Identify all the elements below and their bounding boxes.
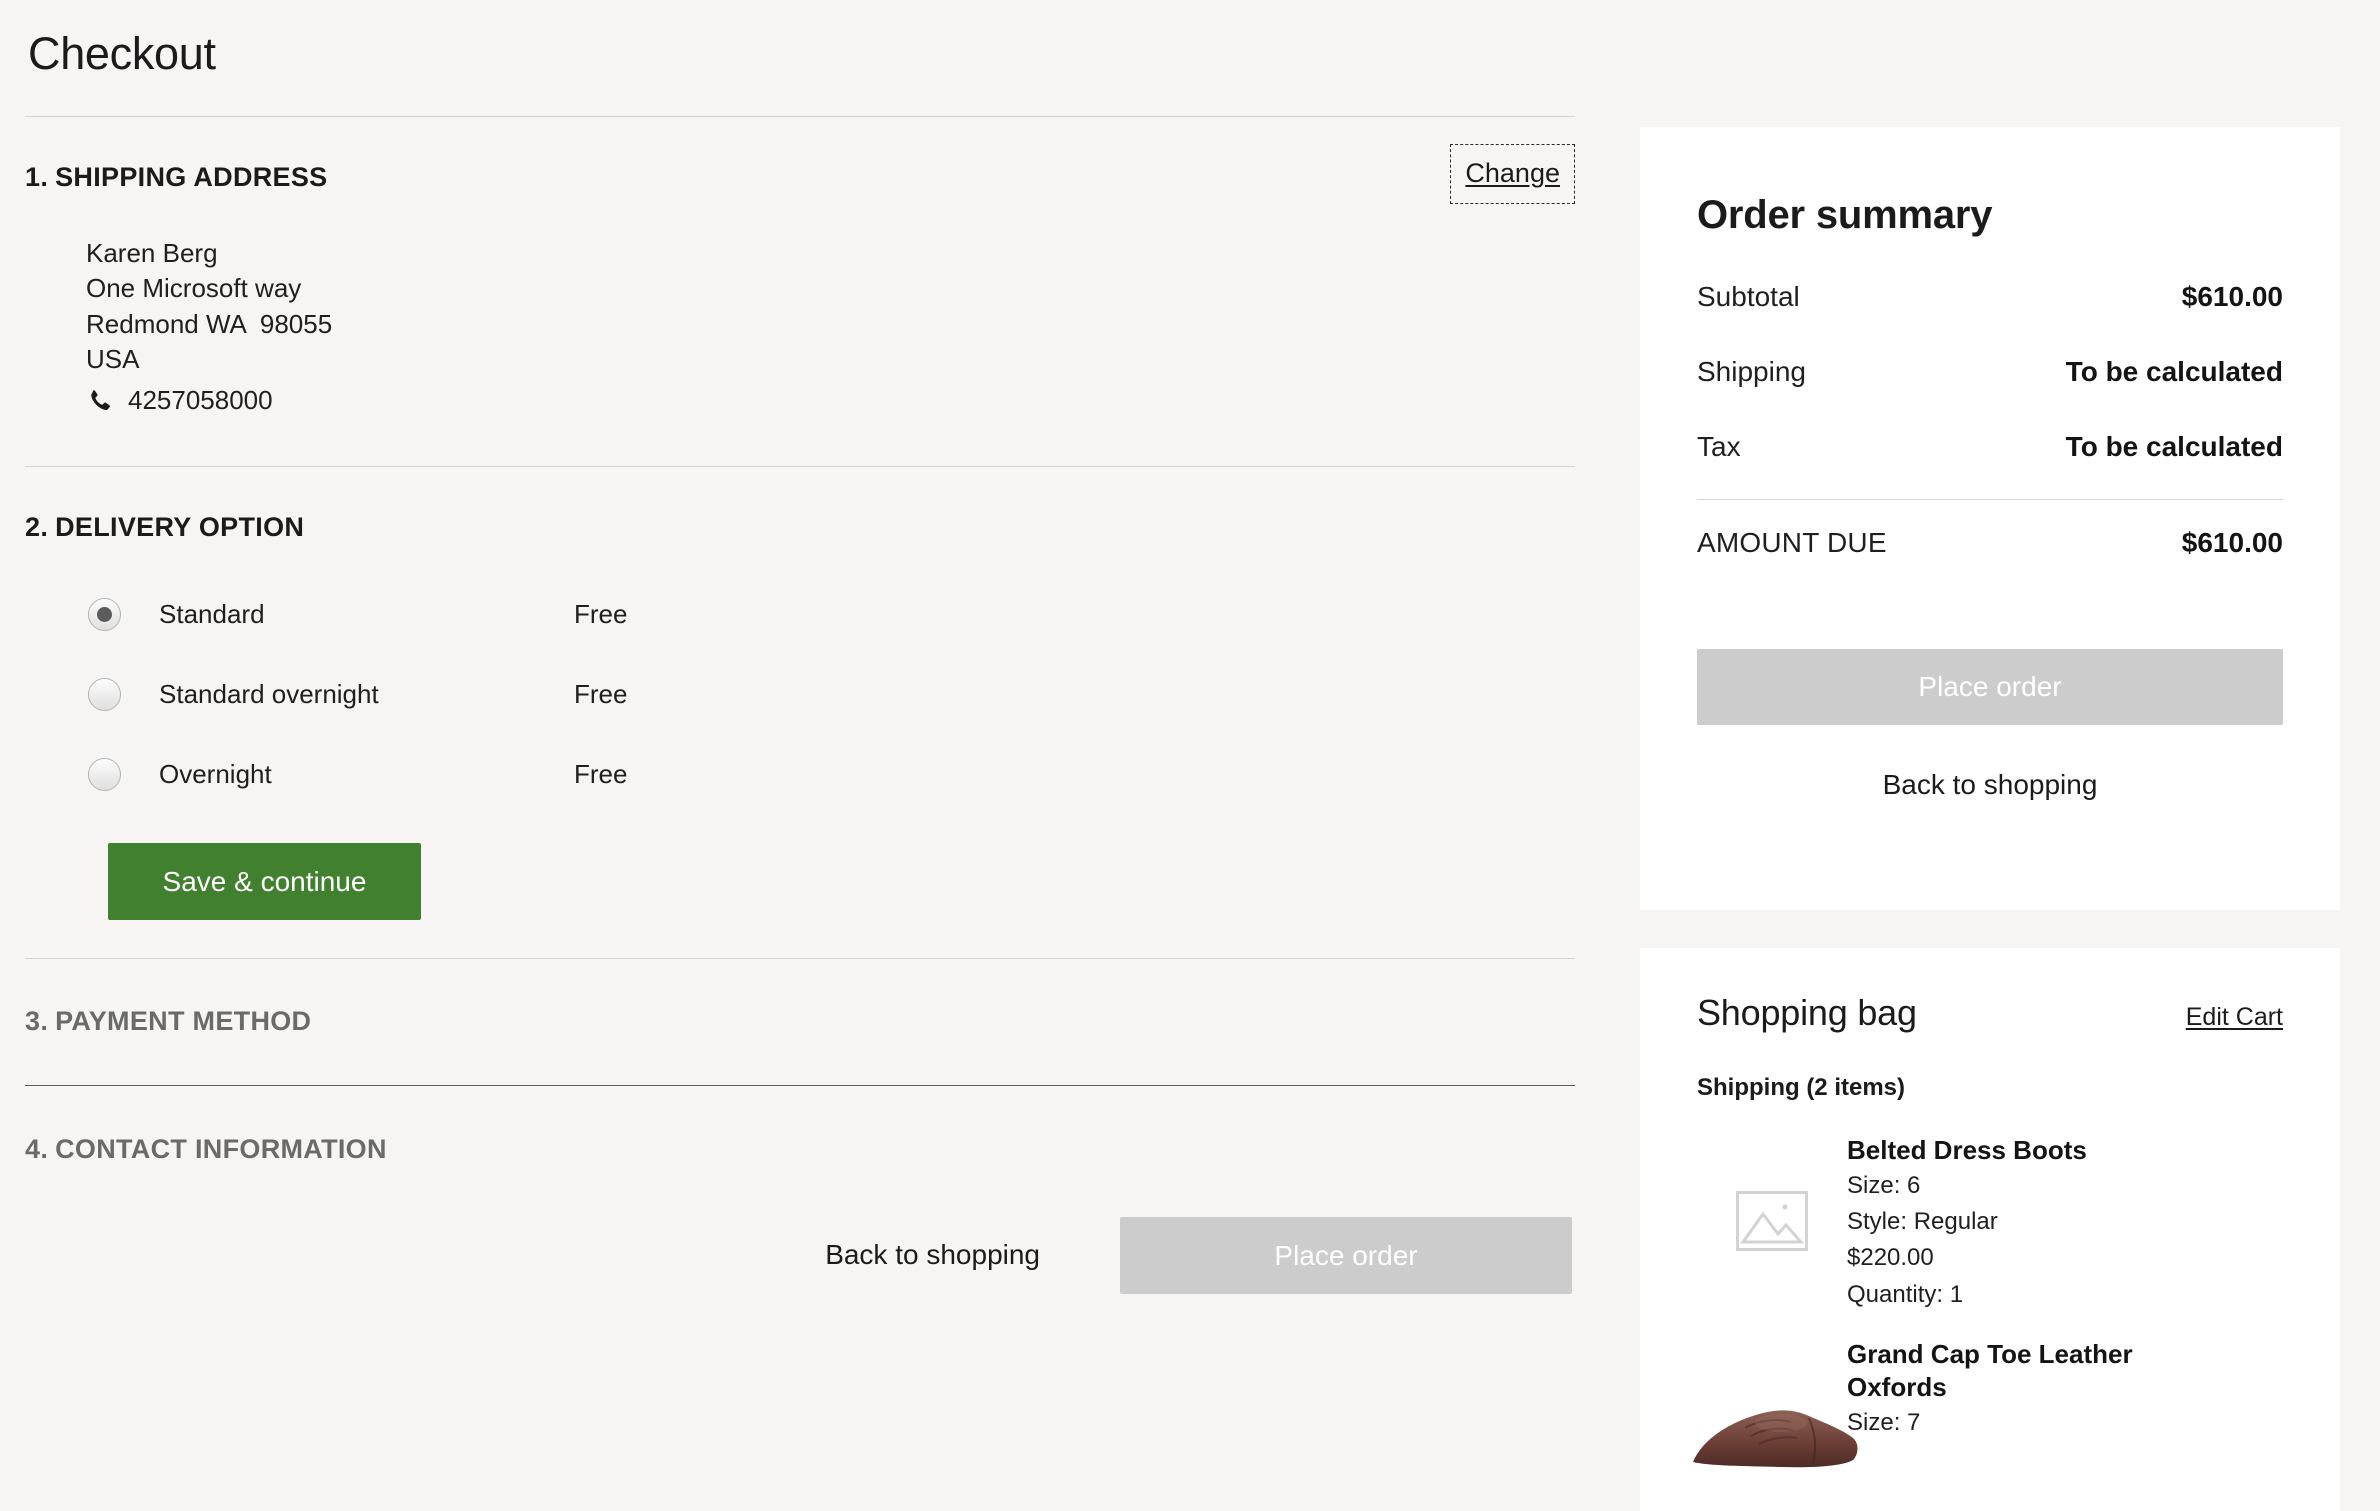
delivery-option-label: Overnight (159, 759, 272, 790)
delivery-option-price: Free (574, 679, 628, 710)
shopping-bag-title: Shopping bag (1697, 992, 1917, 1033)
bag-item-price: $220.00 (1847, 1244, 1934, 1272)
delivery-option-label: Standard (159, 599, 265, 630)
summary-divider (1697, 499, 2283, 500)
payment-heading: 3. PAYMENT METHOD (25, 1006, 1575, 1037)
summary-value: To be calculated (2065, 431, 2283, 462)
shipping-group-label: Shipping (2 items) (1697, 1074, 1906, 1101)
address-phone-row: 4257058000 (86, 383, 1575, 418)
bag-item-name: Belted Dress Boots (1847, 1135, 2087, 1165)
checkout-page: Checkout 1. SHIPPING ADDRESS Change Karen… (0, 0, 2380, 1511)
section-contact-information[interactable]: 4. CONTACT INFORMATION (25, 1086, 1575, 1165)
image-placeholder-icon (1736, 1190, 1808, 1251)
oxford-shoe-photo (1693, 1409, 1858, 1467)
bag-item-name: Grand Cap Toe Leather Oxfords (1847, 1338, 2133, 1402)
sidebar-back-to-shopping-link[interactable]: Back to shopping (1697, 769, 2283, 801)
delivery-option-label: Standard overnight (159, 679, 379, 710)
bag-item-size: Size: 7 (1847, 1409, 1921, 1437)
order-summary-title: Order summary (1697, 193, 1993, 237)
address-country: USA (86, 344, 140, 375)
bag-item-thumbnail (1693, 1334, 1858, 1467)
shipping-heading: 1. SHIPPING ADDRESS (25, 162, 1575, 193)
bag-item-details: Belted Dress Boots Size: 6 Style: Regula… (1847, 1130, 2087, 1312)
summary-label: Tax (1697, 431, 1741, 462)
delivery-option-price: Free (574, 759, 628, 790)
sidebar-place-order-button[interactable]: Place order (1697, 649, 2283, 725)
summary-row-shipping: Shipping To be calculated (1697, 356, 2283, 388)
section-shipping-address: 1. SHIPPING ADDRESS Change Karen Berg One… (25, 117, 1575, 467)
contact-heading-text: CONTACT INFORMATION (55, 1133, 387, 1164)
payment-heading-text: PAYMENT METHOD (55, 1005, 312, 1036)
bag-line-item[interactable]: Belted Dress Boots Size: 6 Style: Regula… (1697, 1130, 2283, 1312)
back-to-shopping-link[interactable]: Back to shopping (825, 1239, 1040, 1271)
shopping-bag-header: Shopping bag Edit Cart (1697, 948, 2283, 1034)
radio-standard[interactable] (88, 598, 121, 632)
summary-label: Shipping (1697, 356, 1806, 387)
radio-overnight[interactable] (88, 758, 121, 792)
delivery-option-row[interactable]: Overnight Free (25, 735, 1575, 815)
place-order-button[interactable]: Place order (1120, 1216, 1572, 1294)
bag-item-quantity: Quantity: 1 (1847, 1280, 1964, 1308)
shopping-bag-card: Shopping bag Edit Cart Shipping (2 items… (1640, 948, 2340, 1511)
amount-due-label: AMOUNT DUE (1697, 527, 1887, 558)
order-summary-card: Order summary Subtotal $610.00 Shipping … (1640, 127, 2340, 910)
checkout-sidebar: Order summary Subtotal $610.00 Shipping … (1640, 0, 2380, 1511)
address-city-state-zip: Redmond WA 98055 (86, 308, 333, 339)
amount-due-value: $610.00 (2181, 527, 2283, 558)
delivery-heading-number: 2. (25, 511, 49, 542)
delivery-option-row[interactable]: Standard overnight Free (25, 655, 1575, 735)
summary-row-subtotal: Subtotal $610.00 (1697, 281, 2283, 313)
bag-item-style: Style: Regular (1847, 1208, 1998, 1236)
shipping-heading-text: SHIPPING ADDRESS (55, 162, 328, 192)
contact-heading: 4. CONTACT INFORMATION (25, 1134, 1575, 1165)
summary-row-amount-due: AMOUNT DUE $610.00 (1697, 527, 2283, 559)
delivery-option-row[interactable]: Standard Free (25, 575, 1575, 655)
bag-item-details: Grand Cap Toe Leather Oxfords Size: 7 (1847, 1334, 2227, 1441)
address-street: One Microsoft way (86, 273, 302, 304)
delivery-heading: 2. DELIVERY OPTION (25, 512, 1575, 543)
bag-line-item[interactable]: Grand Cap Toe Leather Oxfords Size: 7 (1693, 1334, 2283, 1467)
save-and-continue-button[interactable]: Save & continue (108, 842, 421, 920)
delivery-option-price: Free (574, 599, 628, 630)
address-name: Karen Berg (86, 238, 218, 268)
delivery-heading-text: DELIVERY OPTION (55, 511, 305, 542)
summary-value: $610.00 (2181, 281, 2283, 312)
section-payment-method[interactable]: 3. PAYMENT METHOD (25, 959, 1575, 1086)
summary-label: Subtotal (1697, 281, 1800, 312)
shipping-heading-number: 1. (25, 162, 49, 192)
address-phone-number: 4257058000 (128, 385, 273, 416)
bottom-action-bar: Back to shopping Place order (25, 1216, 1575, 1294)
shipping-address-block: Karen Berg One Microsoft way Redmond WA … (25, 193, 1575, 419)
payment-heading-number: 3. (25, 1005, 49, 1036)
shipping-section-divider (25, 465, 1575, 467)
bag-item-thumbnail (1697, 1130, 1847, 1312)
change-address-focus-ring: Change (1450, 144, 1575, 204)
contact-heading-number: 4. (25, 1133, 49, 1164)
summary-value: To be calculated (2065, 356, 2283, 387)
bag-item-size: Size: 6 (1847, 1172, 1921, 1200)
checkout-main-column: Checkout 1. SHIPPING ADDRESS Change Karen… (0, 0, 1600, 1511)
change-address-link[interactable]: Change (1465, 160, 1560, 187)
page-title: Checkout (28, 28, 216, 79)
section-delivery-option: 2. DELIVERY OPTION Standard Free Standard… (25, 467, 1575, 959)
radio-standard-overnight[interactable] (88, 678, 121, 712)
summary-row-tax: Tax To be calculated (1697, 431, 2283, 463)
edit-cart-link[interactable]: Edit Cart (2186, 1003, 2283, 1032)
delivery-options-list: Standard Free Standard overnight Free Ov… (25, 575, 1575, 815)
phone-icon (91, 390, 110, 411)
